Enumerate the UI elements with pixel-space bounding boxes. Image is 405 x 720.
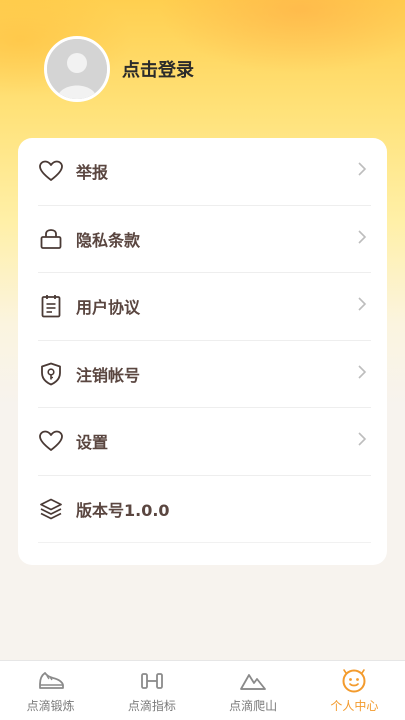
- chevron-right-icon: [357, 431, 367, 451]
- menu-item-label: 注销帐号: [76, 365, 141, 385]
- shield-key-icon: [38, 361, 64, 387]
- version-label: 版本号1.0.0: [76, 500, 170, 520]
- menu-item-label: 隐私条款: [76, 230, 141, 250]
- menu-item-settings[interactable]: 设置: [38, 408, 371, 476]
- heart-icon: [38, 158, 64, 184]
- tab-label: 点滴指标: [127, 699, 176, 713]
- menu-item-privacy[interactable]: 隐私条款: [38, 206, 371, 273]
- chevron-right-icon: [357, 161, 367, 181]
- tab-metrics[interactable]: 点滴指标: [101, 661, 202, 720]
- menu-item-cancel-account[interactable]: 注销帐号: [38, 341, 371, 408]
- lock-icon: [38, 226, 64, 252]
- profile-header[interactable]: 点击登录: [44, 36, 194, 102]
- menu-item-user-agreement[interactable]: 用户协议: [38, 273, 371, 341]
- tab-label: 个人中心: [330, 699, 379, 713]
- tab-label: 点滴爬山: [229, 699, 278, 713]
- menu-item-report[interactable]: 举报: [38, 138, 371, 206]
- layers-icon: [38, 496, 64, 522]
- tab-hiking[interactable]: 点滴爬山: [203, 661, 304, 720]
- menu-card: 举报 隐私条款 用户协议 注销帐号 设置 版本号1.0.0: [18, 138, 387, 565]
- menu-item-label: 设置: [76, 433, 109, 453]
- tab-exercise[interactable]: 点滴锻炼: [0, 661, 101, 720]
- menu-item-version: 版本号1.0.0: [38, 476, 371, 543]
- login-link[interactable]: 点击登录: [122, 56, 194, 82]
- menu-item-label: 举报: [76, 163, 109, 183]
- avatar[interactable]: [44, 36, 110, 102]
- dumbbell-icon: [138, 667, 166, 695]
- tab-profile[interactable]: 个人中心: [304, 661, 405, 720]
- shoe-icon: [37, 667, 65, 695]
- smile-face-icon: [340, 667, 368, 695]
- chevron-right-icon: [357, 229, 367, 249]
- chevron-right-icon: [357, 364, 367, 384]
- chevron-right-icon: [357, 296, 367, 316]
- tab-label: 点滴锻炼: [26, 699, 75, 713]
- bottom-tab-bar: 点滴锻炼 点滴指标 点滴爬山 个人中心: [0, 660, 405, 720]
- heart-icon: [38, 428, 64, 454]
- default-avatar-icon: [47, 39, 107, 99]
- mountain-icon: [239, 667, 267, 695]
- menu-item-label: 用户协议: [76, 298, 141, 318]
- clipboard-icon: [38, 293, 64, 319]
